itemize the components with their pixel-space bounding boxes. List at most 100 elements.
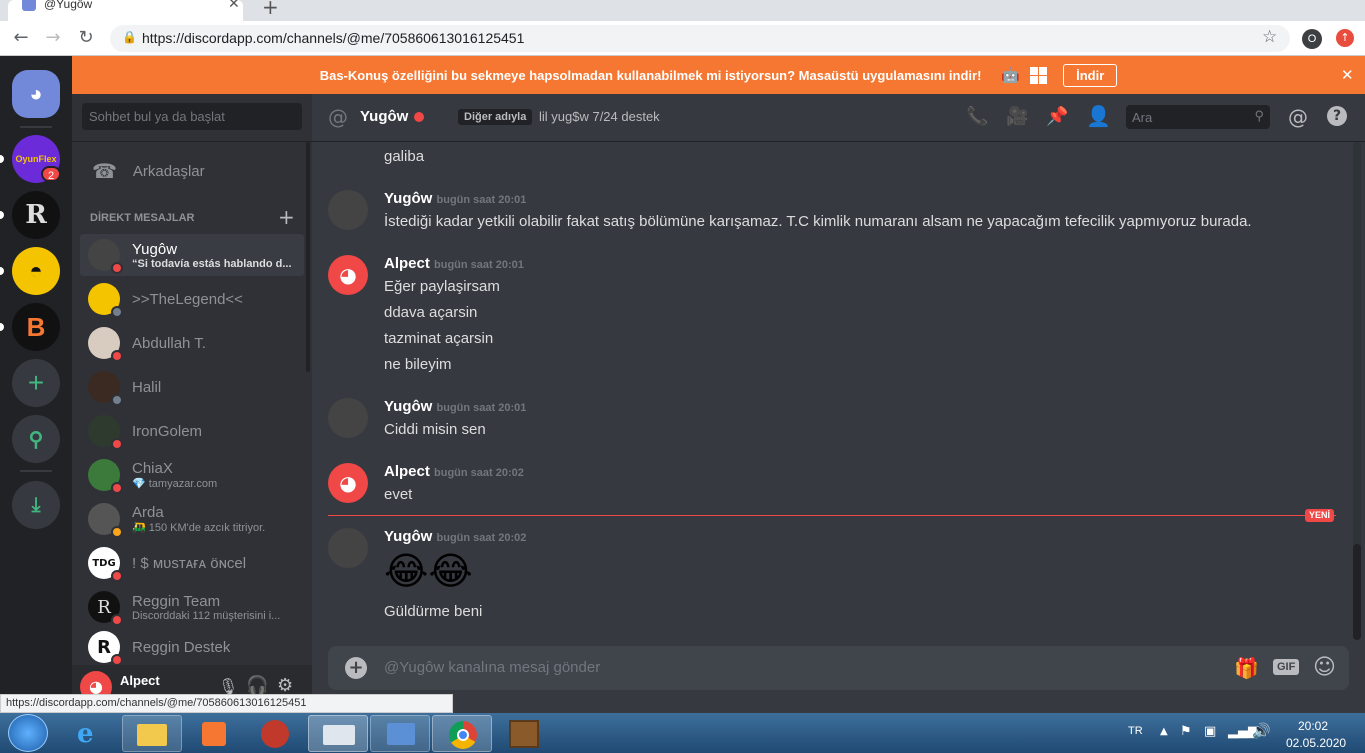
emoji-picker-icon[interactable]: ☺ bbox=[1313, 655, 1336, 680]
dm-item-mustafa[interactable]: TDG ! $ ᴍᴜsᴛᴀғᴀ öɴcel bbox=[80, 542, 304, 584]
tray-app-icon[interactable]: ▣ bbox=[1204, 724, 1216, 739]
headphones-icon[interactable]: 🎧 bbox=[246, 675, 268, 696]
guild-thundercats[interactable]: ◓ bbox=[12, 247, 60, 295]
dm-status-text: 💎 tamyazar.com bbox=[132, 478, 218, 490]
download-apps-icon[interactable]: ⤓ bbox=[12, 481, 60, 529]
avatar bbox=[88, 503, 123, 538]
status-dnd-icon bbox=[111, 654, 123, 664]
message-input[interactable]: @Yugôw kanalına mesaj gönder bbox=[384, 659, 600, 676]
at-icon: @ bbox=[328, 105, 348, 129]
chat-scrollbar-thumb[interactable] bbox=[1353, 544, 1361, 640]
message-emoji: 😂😂 bbox=[384, 549, 473, 593]
new-messages-tag: YENİ bbox=[1305, 509, 1335, 522]
message-author[interactable]: Yugôw bugün saat 20:01 bbox=[384, 190, 526, 207]
taskbar-keyboard-icon[interactable] bbox=[308, 715, 368, 752]
clock-time[interactable]: 20:02 bbox=[1298, 719, 1328, 733]
dm-status-text: 🛺 150 KM'de azcık titriyor. bbox=[132, 522, 266, 534]
dm-item-irongolem[interactable]: IronGolem bbox=[80, 410, 304, 452]
language-indicator[interactable]: TR bbox=[1128, 725, 1143, 737]
nicknames-text: lil yug$w 7/24 destek bbox=[539, 109, 660, 124]
windows-icon bbox=[1030, 66, 1048, 84]
update-icon[interactable]: ↑ bbox=[1336, 29, 1354, 47]
download-button[interactable]: İndir bbox=[1063, 63, 1118, 87]
bookmark-star-icon[interactable]: ☆ bbox=[1262, 27, 1277, 47]
dm-item-chiax[interactable]: ChiaX 💎 tamyazar.com bbox=[80, 454, 304, 496]
dm-item-arda[interactable]: Arda 🛺 150 KM'de azcık titriyor. bbox=[80, 498, 304, 540]
add-server-icon[interactable]: + bbox=[12, 359, 60, 407]
help-icon[interactable]: ? bbox=[1327, 106, 1347, 126]
profile-avatar[interactable]: O bbox=[1302, 29, 1322, 49]
message-text: Güldürme beni bbox=[384, 603, 483, 620]
taskbar-minecraft-icon[interactable] bbox=[494, 715, 554, 752]
create-dm-icon[interactable]: + bbox=[278, 205, 295, 229]
mentions-icon[interactable]: @ bbox=[1288, 105, 1308, 129]
status-dnd-icon bbox=[111, 614, 123, 626]
discover-search-icon[interactable]: ⚲ bbox=[12, 415, 60, 463]
new-tab-icon[interactable]: + bbox=[262, 0, 279, 19]
avatar bbox=[88, 371, 123, 406]
action-center-flag-icon[interactable]: ⚑ bbox=[1180, 724, 1192, 739]
taskbar-network-icon[interactable] bbox=[370, 715, 430, 752]
chat-scrollbar-track[interactable] bbox=[1353, 142, 1361, 640]
gift-icon[interactable]: 🎁 bbox=[1234, 656, 1259, 680]
dm-item-thelegend[interactable]: >>TheLegend<< bbox=[80, 278, 304, 320]
dm-item-reggin-team[interactable]: R Reggin Team Discorddaki 112 müşterisini… bbox=[80, 586, 304, 628]
message-text: ne bileyim bbox=[384, 356, 452, 373]
friends-link[interactable]: ☎ Arkadaşlar bbox=[80, 150, 304, 192]
message-text: evet bbox=[384, 486, 413, 503]
settings-gear-icon[interactable]: ⚙ bbox=[277, 675, 293, 696]
guild-b[interactable]: B bbox=[12, 303, 60, 351]
volume-icon[interactable]: 🔊 bbox=[1252, 722, 1271, 740]
dm-name: Reggin Destek bbox=[132, 638, 231, 656]
message-author[interactable]: Alpect bugün saat 20:02 bbox=[384, 463, 524, 480]
new-messages-divider bbox=[328, 515, 1336, 516]
header-search-input[interactable]: Ara ⚲ bbox=[1126, 105, 1270, 129]
message-author[interactable]: Yugôw bugün saat 20:01 bbox=[384, 398, 526, 415]
tab-close-icon[interactable]: ✕ bbox=[228, 0, 240, 12]
dm-name: >>TheLegend<< bbox=[132, 290, 243, 308]
taskbar-chrome-icon[interactable] bbox=[432, 715, 492, 752]
status-offline-icon bbox=[111, 306, 123, 318]
dm-item-halil[interactable]: Halil bbox=[80, 366, 304, 408]
dm-search-input[interactable]: Sohbet bul ya da başlat bbox=[82, 103, 302, 130]
start-button[interactable] bbox=[8, 714, 48, 752]
guild-r[interactable]: R bbox=[12, 191, 60, 239]
clock-date[interactable]: 02.05.2020 bbox=[1286, 736, 1346, 750]
taskbar-media-icon[interactable] bbox=[184, 715, 244, 752]
forward-icon[interactable]: → bbox=[42, 27, 64, 49]
dm-item-reggin-destek[interactable]: R Reggin Destek bbox=[80, 630, 304, 664]
message-avatar[interactable] bbox=[328, 190, 368, 230]
upload-plus-icon[interactable]: + bbox=[345, 657, 367, 679]
pinned-messages-icon[interactable]: 📌 bbox=[1046, 106, 1068, 127]
voice-call-icon[interactable]: 📞 bbox=[966, 106, 988, 127]
message-avatar[interactable] bbox=[328, 528, 368, 568]
message-author[interactable]: Yugôw bugün saat 20:02 bbox=[384, 528, 526, 545]
video-call-icon[interactable]: 🎥 bbox=[1006, 106, 1028, 127]
message-avatar[interactable] bbox=[328, 398, 368, 438]
message-avatar[interactable]: ◕ bbox=[328, 255, 368, 295]
notice-close-icon[interactable]: ✕ bbox=[1341, 66, 1354, 84]
browser-tab[interactable]: @Yugôw ✕ bbox=[8, 0, 243, 21]
guild-divider bbox=[20, 126, 52, 128]
add-friend-icon[interactable]: 👤 bbox=[1086, 104, 1111, 128]
tray-expand-icon[interactable]: ▲ bbox=[1160, 726, 1168, 737]
taskbar-app-icon[interactable] bbox=[246, 715, 306, 752]
back-icon[interactable]: ← bbox=[10, 27, 32, 49]
message-text: İstediği kadar yetkili olabilir fakat sa… bbox=[384, 213, 1252, 230]
taskbar-explorer-icon[interactable] bbox=[122, 715, 182, 752]
dm-name: ! $ ᴍᴜsᴛᴀғᴀ öɴcel bbox=[132, 554, 247, 572]
dm-item-yugow[interactable]: Yugôw “Si todavía estás hablando d... bbox=[80, 234, 304, 276]
message-composer[interactable]: + @Yugôw kanalına mesaj gönder 🎁 GIF ☺ bbox=[328, 646, 1349, 690]
gif-button[interactable]: GIF bbox=[1273, 659, 1300, 675]
message-avatar[interactable]: ◕ bbox=[328, 463, 368, 503]
reload-icon[interactable]: ↻ bbox=[75, 27, 97, 49]
friends-icon: ☎ bbox=[92, 159, 117, 183]
message-author[interactable]: Alpect bugün saat 20:01 bbox=[384, 255, 524, 272]
sidebar-scrollbar[interactable] bbox=[306, 142, 310, 372]
status-idle-icon bbox=[111, 526, 123, 538]
dm-item-abdullah[interactable]: Abdullah T. bbox=[80, 322, 304, 364]
taskbar-ie-icon[interactable]: e bbox=[60, 715, 120, 752]
home-discord-icon[interactable]: ◕ bbox=[12, 70, 60, 118]
message-text: Ciddi misin sen bbox=[384, 421, 486, 438]
omnibox[interactable]: 🔒 https://discordapp.com/channels/@me/70… bbox=[110, 25, 1290, 52]
